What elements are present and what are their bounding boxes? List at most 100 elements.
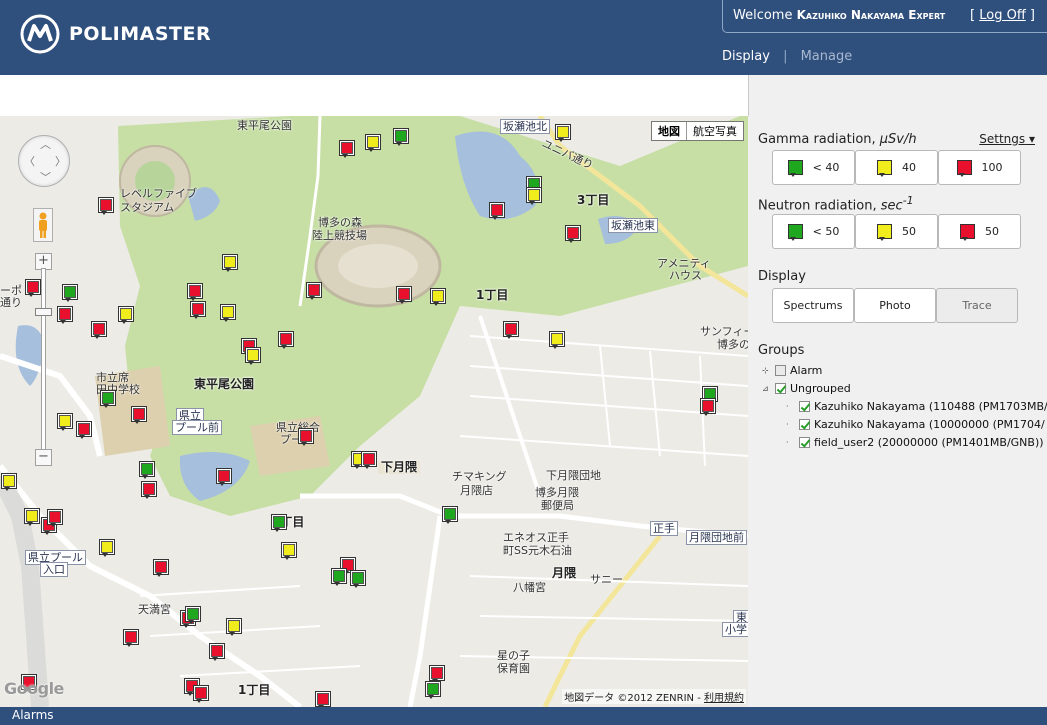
device-marker-red[interactable] [141,481,157,499]
device-marker-red[interactable] [47,509,63,527]
device-marker-red[interactable] [503,321,519,339]
photo-button[interactable]: Photo [854,288,936,323]
device-marker-yellow[interactable] [365,134,381,152]
street-view-pegman-icon[interactable] [33,208,53,242]
user-checkbox[interactable] [799,436,810,448]
device-marker-red[interactable] [489,202,505,220]
device-marker-green[interactable] [350,570,366,588]
pan-down-icon[interactable]: ﹀ [40,172,51,183]
gamma-yellow-button[interactable]: 40 [855,150,938,185]
device-marker-green[interactable] [139,461,155,479]
map-label: レベルファイブ [120,187,197,200]
gamma-unit: μSv/h [879,132,917,147]
pan-control[interactable]: ︿ ﹀ 〈 〉 [18,135,70,187]
device-marker-red[interactable] [361,451,377,469]
device-marker-yellow[interactable] [226,618,242,636]
device-marker-yellow[interactable] [1,473,17,491]
device-marker-green[interactable] [271,514,287,532]
device-marker-red[interactable] [565,225,581,243]
trace-button[interactable]: Trace [936,288,1018,323]
map-type-aerial-button[interactable]: 航空写真 [687,122,743,140]
device-marker-red[interactable] [123,629,139,647]
display-buttons: Spectrums Photo Trace [772,288,1018,323]
device-marker-red[interactable] [193,685,209,703]
spectrums-button[interactable]: Spectrums [772,288,854,323]
gamma-green-button[interactable]: < 40 [772,150,855,185]
device-marker-green[interactable] [100,390,116,408]
tree-leaf-icon: · [786,437,789,447]
user-name: Kazuhiko Nakayama Expert [796,8,946,22]
pan-up-icon[interactable]: ︿ [40,139,51,150]
device-marker-red[interactable] [396,286,412,304]
device-marker-red[interactable] [98,197,114,215]
device-marker-red[interactable] [187,283,203,301]
map-type-map-button[interactable]: 地図 [652,122,687,140]
map-label: 天満宮 [138,603,171,616]
device-marker-red[interactable] [57,306,73,324]
device-marker-red[interactable] [216,468,232,486]
tree-collapse-icon[interactable]: ⊿ [762,384,772,393]
neutron-yellow-button[interactable]: 50 [855,214,938,249]
settings-caret-icon: ▾ [1028,132,1035,146]
map-label: 博多月隈 [535,486,579,499]
device-marker-yellow[interactable] [222,254,238,272]
map-label: 月隈団地前 [686,530,747,545]
device-marker-yellow[interactable] [430,288,446,306]
device-marker-yellow[interactable] [57,413,73,431]
device-marker-yellow[interactable] [245,347,261,365]
tree-expand-icon[interactable]: ⊹ [762,366,772,375]
terms-link[interactable]: 利用規約 [704,693,744,704]
device-marker-yellow[interactable] [118,306,134,324]
map-label: 保育園 [497,662,530,675]
device-marker-red[interactable] [700,398,716,416]
device-marker-green[interactable] [425,681,441,699]
alarm-checkbox[interactable] [775,364,786,376]
alarms-tab[interactable]: Alarms [12,708,54,722]
user-checkbox[interactable] [799,400,810,412]
tab-display[interactable]: Display [722,49,770,64]
device-marker-yellow[interactable] [555,124,571,142]
device-marker-red[interactable] [25,279,41,297]
welcome-text: Welcome Kazuhiko Nakayama Expert [733,8,945,23]
device-marker-yellow[interactable] [99,539,115,557]
logoff-link[interactable]: Log Off [979,8,1026,23]
pan-left-icon[interactable]: 〈 [24,156,35,167]
device-marker-red[interactable] [91,321,107,339]
device-marker-red[interactable] [278,331,294,349]
device-marker-green[interactable] [393,128,409,146]
device-marker-red[interactable] [153,559,169,577]
device-marker-yellow[interactable] [220,304,236,322]
device-marker-green[interactable] [185,606,201,624]
pan-right-icon[interactable]: 〉 [55,156,66,167]
device-marker-green[interactable] [62,284,78,302]
user-checkbox[interactable] [799,418,810,430]
tree-item-user: · field_user2 (20000000 (PM1401MB/GNB)) [786,434,1044,450]
settings-dropdown[interactable]: Settngs ▾ [979,132,1035,146]
device-marker-red[interactable] [306,282,322,300]
device-marker-red[interactable] [315,691,331,707]
device-marker-red[interactable] [76,421,92,439]
gamma-red-button[interactable]: 100 [938,150,1021,185]
map-view[interactable]: 東平尾公園 坂瀬池北 ユニバ通り 3丁目 坂瀬池東 レベルファイブ スタジアム … [0,116,748,707]
device-marker-yellow[interactable] [281,542,297,560]
device-marker-red[interactable] [131,406,147,424]
control-panel: ▶ Fo Gamma radiation, μSv/h Settngs ▾ < … [748,75,1047,707]
zoom-slider-track[interactable] [41,268,46,454]
neutron-green-button[interactable]: < 50 [772,214,855,249]
device-marker-green[interactable] [331,568,347,586]
zoom-out-button[interactable]: − [35,449,52,466]
ungrouped-checkbox[interactable] [775,382,786,394]
panel-collapse-handle[interactable]: ▶ Fo [748,75,749,116]
device-marker-red[interactable] [429,665,445,683]
device-marker-red[interactable] [339,140,355,158]
device-marker-yellow[interactable] [526,187,542,205]
device-marker-yellow[interactable] [24,508,40,526]
tab-manage[interactable]: Manage [801,49,853,64]
zoom-slider-thumb[interactable] [35,308,52,316]
device-marker-red[interactable] [190,301,206,319]
device-marker-yellow[interactable] [549,331,565,349]
neutron-red-button[interactable]: 50 [938,214,1021,249]
device-marker-red[interactable] [298,428,314,446]
device-marker-green[interactable] [442,506,458,524]
device-marker-red[interactable] [209,643,225,661]
